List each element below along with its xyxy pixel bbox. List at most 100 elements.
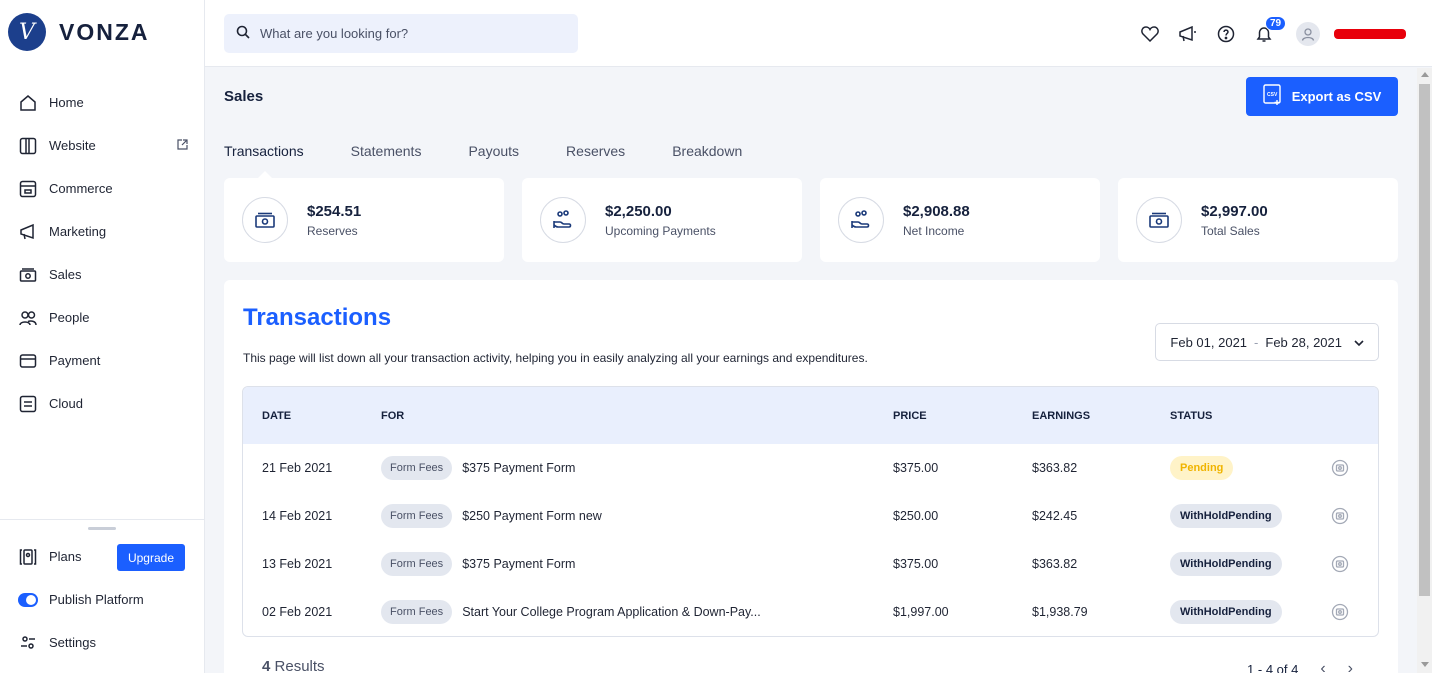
scrollbar[interactable] xyxy=(1417,68,1432,673)
page-range: 1 - 4 of 4 xyxy=(1247,661,1299,673)
transactions-table: DATE FOR PRICE EARNINGS STATUS 21 Feb 20… xyxy=(242,386,1379,637)
stat-label: Reserves xyxy=(307,223,358,238)
heart-icon[interactable] xyxy=(1140,24,1160,44)
stat-value: $2,908.88 xyxy=(903,202,970,220)
home-icon xyxy=(18,93,38,113)
row-price: $375.00 xyxy=(893,461,939,475)
svg-text:CSV: CSV xyxy=(1267,92,1278,98)
username-redacted[interactable] xyxy=(1334,28,1406,39)
row-earnings: $363.82 xyxy=(1032,557,1078,571)
drag-handle[interactable] xyxy=(88,527,116,530)
sidebar-item-home[interactable]: Home xyxy=(0,81,204,124)
table-row[interactable]: 13 Feb 2021 Form Fees $375 Payment Form … xyxy=(243,540,1378,588)
sidebar-item-label: Website xyxy=(49,138,96,153)
fee-tag: Form Fees xyxy=(381,504,453,528)
plans-label: Plans xyxy=(49,549,82,564)
stat-cards: $254.51 Reserves $2,250.00 Upcoming Paym… xyxy=(224,178,1416,262)
sidebar-item-label: People xyxy=(49,310,90,325)
stat-card-reserves: $254.51 Reserves xyxy=(224,178,504,262)
settings-label: Settings xyxy=(49,635,96,650)
scroll-down-arrow[interactable] xyxy=(1421,662,1429,667)
brand-logo[interactable]: V VONZA xyxy=(8,13,150,51)
sidebar-bottom: Plans Upgrade Publish Platform Settings xyxy=(0,519,204,664)
col-for[interactable]: FOR xyxy=(381,410,893,422)
col-date[interactable]: DATE xyxy=(243,410,381,422)
results-count: 4 Results xyxy=(262,658,325,673)
stat-card-upcoming-payments: $2,250.00 Upcoming Payments xyxy=(522,178,802,262)
date-to: Feb 28, 2021 xyxy=(1265,334,1342,350)
date-range-picker[interactable]: Feb 01, 2021 - Feb 28, 2021 xyxy=(1155,323,1379,361)
row-price: $250.00 xyxy=(893,509,939,523)
receipt-icon[interactable] xyxy=(1320,603,1360,621)
col-earnings[interactable]: EARNINGS xyxy=(1032,410,1170,422)
stat-value: $2,250.00 xyxy=(605,202,672,220)
tab-transactions[interactable]: Transactions xyxy=(224,143,304,159)
receipt-icon[interactable] xyxy=(1320,555,1360,573)
sidebar-item-plans[interactable]: Plans Upgrade xyxy=(0,535,204,578)
sidebar-item-people[interactable]: People xyxy=(0,296,204,339)
sidebar-item-commerce[interactable]: Commerce xyxy=(0,167,204,210)
transactions-description: This page will list down all your transa… xyxy=(243,351,868,365)
scroll-thumb[interactable] xyxy=(1419,84,1430,596)
tab-breakdown[interactable]: Breakdown xyxy=(672,143,742,159)
col-price[interactable]: PRICE xyxy=(893,410,1032,422)
sidebar-item-cloud[interactable]: Cloud xyxy=(0,382,204,425)
external-link-icon[interactable] xyxy=(177,138,188,153)
stat-value: $2,997.00 xyxy=(1201,202,1268,220)
receipt-icon[interactable] xyxy=(1320,507,1360,525)
sidebar: V VONZA Home Website Commerce Marketing … xyxy=(0,0,205,673)
table-row[interactable]: 14 Feb 2021 Form Fees $250 Payment Form … xyxy=(243,492,1378,540)
table-row[interactable]: 21 Feb 2021 Form Fees $375 Payment Form … xyxy=(243,444,1378,492)
megaphone-icon[interactable] xyxy=(1178,24,1198,44)
sidebar-item-label: Commerce xyxy=(49,181,113,196)
results-label: Results xyxy=(274,658,325,673)
tab-statements[interactable]: Statements xyxy=(351,143,422,159)
export-csv-button[interactable]: CSV Export as CSV xyxy=(1246,77,1398,116)
sidebar-item-sales[interactable]: Sales xyxy=(0,253,204,296)
status-badge: WithHoldPending xyxy=(1170,504,1282,528)
publish-toggle[interactable] xyxy=(18,590,38,610)
row-status: WithHoldPending xyxy=(1170,504,1320,528)
row-status: WithHoldPending xyxy=(1170,600,1320,624)
table-header: DATE FOR PRICE EARNINGS STATUS xyxy=(243,387,1378,444)
search-icon xyxy=(236,25,250,42)
row-price: $1,997.00 xyxy=(893,605,949,619)
main-content: Sales CSV Export as CSV Transactions Sta… xyxy=(205,68,1417,673)
scroll-up-arrow[interactable] xyxy=(1421,72,1429,77)
help-icon[interactable] xyxy=(1216,24,1236,44)
cash-icon xyxy=(242,197,288,243)
chevron-left-icon[interactable]: ‹ xyxy=(1320,660,1325,673)
sidebar-item-label: Cloud xyxy=(49,396,83,411)
tab-reserves[interactable]: Reserves xyxy=(566,143,625,159)
row-for-text: Start Your College Program Application &… xyxy=(462,605,761,619)
cloud-icon xyxy=(18,394,38,414)
sidebar-item-marketing[interactable]: Marketing xyxy=(0,210,204,253)
search-input[interactable] xyxy=(260,26,560,41)
row-price: $375.00 xyxy=(893,557,939,571)
sidebar-item-settings[interactable]: Settings xyxy=(0,621,204,664)
row-status: Pending xyxy=(1170,456,1320,480)
fee-tag: Form Fees xyxy=(381,552,453,576)
sidebar-item-publish-platform[interactable]: Publish Platform xyxy=(0,578,204,621)
receipt-icon[interactable] xyxy=(1320,459,1360,477)
stat-card-total-sales: $2,997.00 Total Sales xyxy=(1118,178,1398,262)
sidebar-item-payment[interactable]: Payment xyxy=(0,339,204,382)
results-number: 4 xyxy=(262,658,271,673)
chevron-right-icon[interactable]: › xyxy=(1348,660,1353,673)
date-from: Feb 01, 2021 xyxy=(1170,334,1248,350)
search-box[interactable] xyxy=(224,14,578,53)
table-row[interactable]: 02 Feb 2021 Form Fees Start Your College… xyxy=(243,588,1378,636)
stat-label: Net Income xyxy=(903,223,965,238)
card-icon xyxy=(18,351,38,371)
sidebar-item-website[interactable]: Website xyxy=(0,124,204,167)
upgrade-button[interactable]: Upgrade xyxy=(116,544,185,571)
tab-payouts[interactable]: Payouts xyxy=(468,143,519,159)
stat-label: Total Sales xyxy=(1201,223,1260,238)
bell-icon[interactable]: 79 xyxy=(1254,15,1287,44)
status-badge: Pending xyxy=(1170,456,1234,480)
row-status: WithHoldPending xyxy=(1170,552,1320,576)
row-earnings: $363.82 xyxy=(1032,461,1078,475)
avatar[interactable] xyxy=(1296,21,1320,46)
plans-icon xyxy=(18,547,38,567)
col-status[interactable]: STATUS xyxy=(1170,410,1320,422)
